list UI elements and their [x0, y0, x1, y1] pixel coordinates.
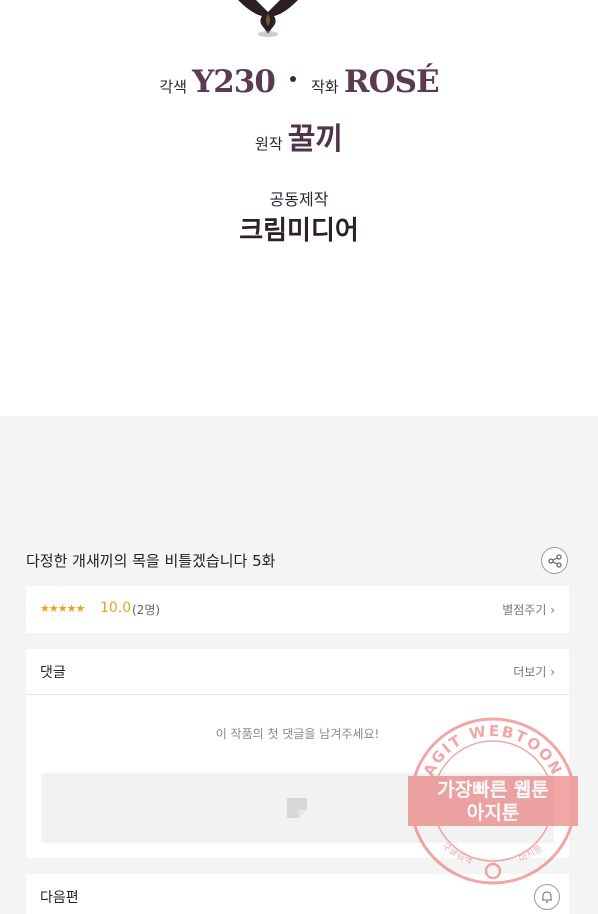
- separator-dot: [290, 76, 297, 82]
- rate-button[interactable]: 별점주기 ›: [502, 601, 555, 618]
- comments-more-link[interactable]: 더보기 ›: [513, 663, 555, 680]
- art-label: 작화: [311, 78, 339, 96]
- coprod-name: 크림미디어: [239, 216, 359, 246]
- rating-stars: ★★★★★: [40, 602, 85, 615]
- original-label: 원작: [255, 135, 283, 153]
- credit-original: 원작 꿀끼: [0, 114, 598, 158]
- coprod-label: 공동제작: [269, 190, 329, 209]
- original-name: 꿀끼: [287, 122, 343, 157]
- episode-title: 다정한 개새끼의 목을 비틀겠습니다 5화: [26, 552, 276, 570]
- adapt-name: Y230: [192, 64, 276, 100]
- watermark-left-small: 구글검색: [440, 840, 475, 867]
- comments-title: 댓글: [40, 665, 66, 681]
- next-episode-title: 다음편: [40, 890, 79, 906]
- adapt-label: 각색: [159, 78, 187, 96]
- watermark-right-small: 아지툰: [517, 843, 544, 865]
- share-icon: [548, 554, 562, 568]
- credit-adapt-art: 각색 Y230 작화 ROSÉ: [0, 64, 598, 100]
- rating-count: (2명): [132, 603, 161, 617]
- credits-panel: 각색 Y230 작화 ROSÉ 원작 꿀끼 공동제작 크림미디어: [0, 0, 598, 416]
- notify-button[interactable]: [534, 884, 560, 910]
- comment-placeholder-icon: [287, 798, 307, 818]
- google-icon: [484, 862, 502, 880]
- rating-value: 10.0: [100, 600, 132, 616]
- share-button[interactable]: [541, 547, 568, 574]
- comments-header: 댓글 더보기 ›: [26, 649, 569, 695]
- watermark-line2: 아지툰: [467, 802, 519, 824]
- bell-icon: [542, 891, 552, 903]
- art-name: ROSÉ: [343, 64, 440, 100]
- rating-card: ★★★★★ 10.0 (2명) 별점주기 ›: [26, 586, 569, 633]
- ornament-image: [238, 0, 298, 37]
- watermark-line1: 가장빠른 웹툰: [437, 779, 549, 801]
- watermark-stamp: AGIT WEBTOON 가장빠른 웹툰 아지툰 구글검색 아지툰: [408, 717, 578, 885]
